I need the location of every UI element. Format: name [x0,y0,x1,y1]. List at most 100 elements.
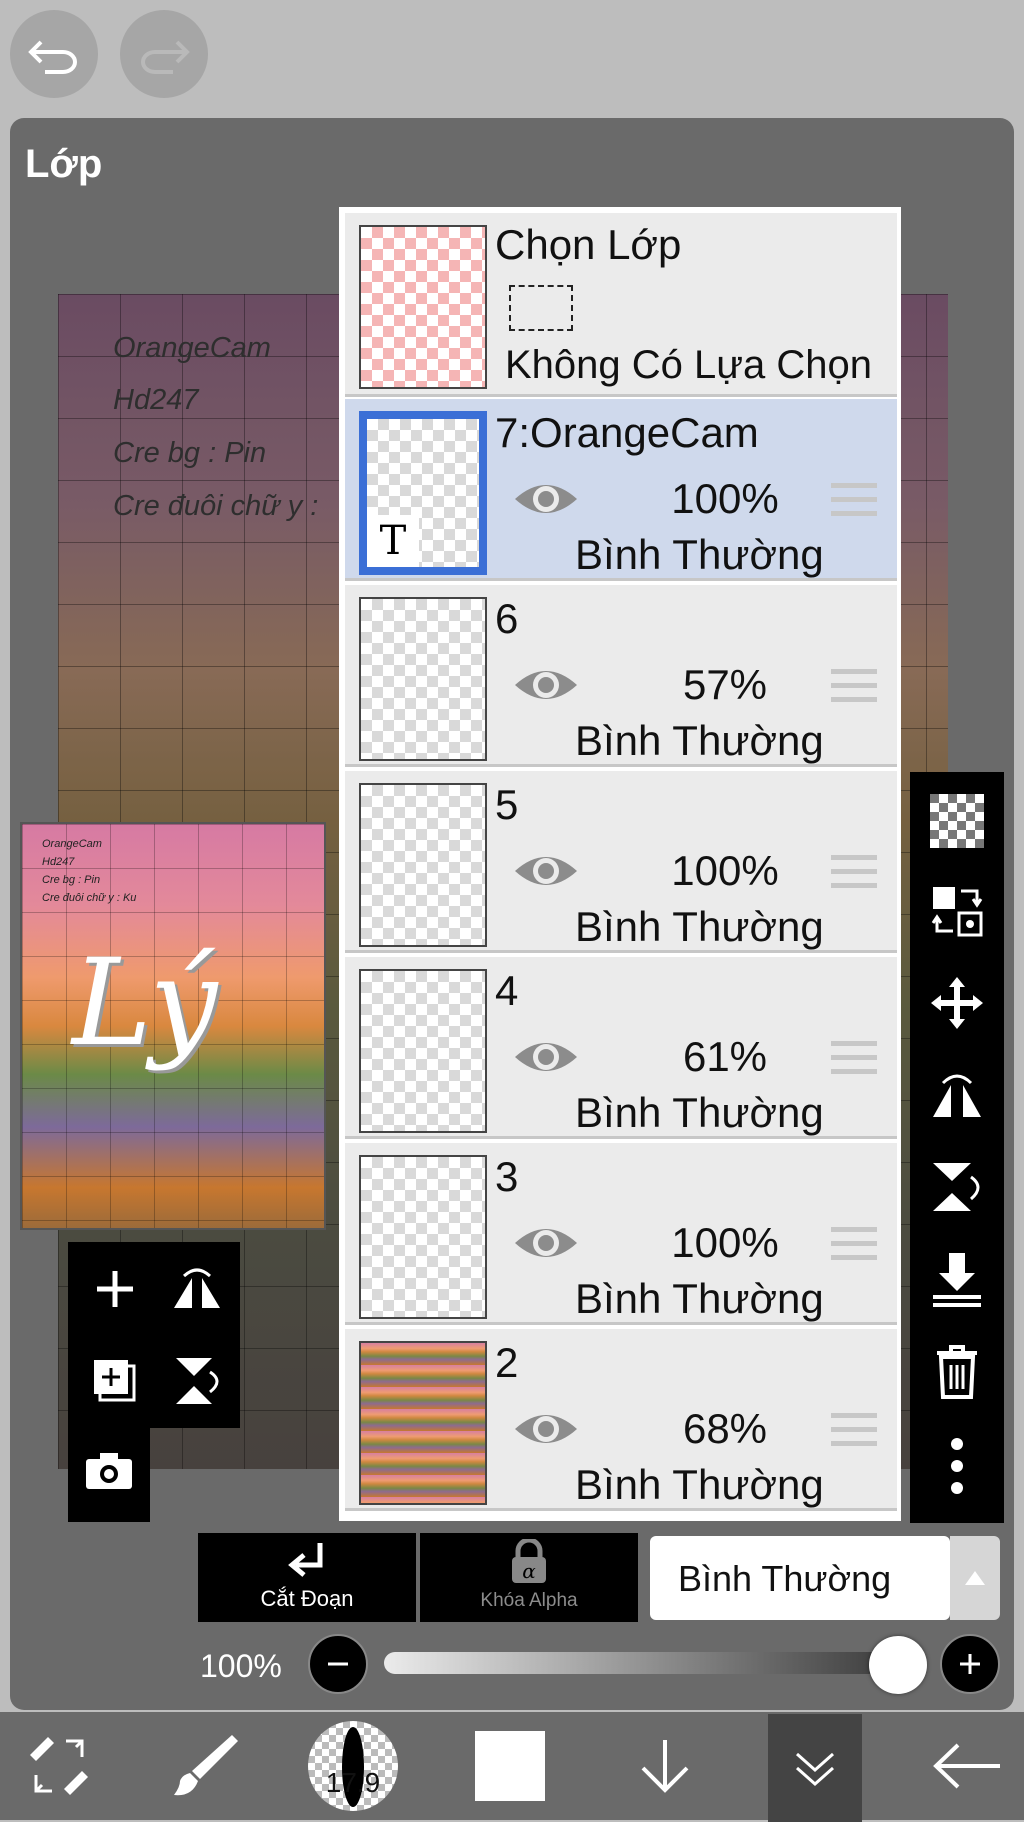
canvas-text-line: Hd247 [113,384,199,416]
opacity-slider-thumb[interactable] [868,1636,927,1694]
layer-thumbnail [359,969,487,1133]
preview-text-line: Cre bg : Pin [42,874,101,886]
transform-eraser-icon [30,1737,88,1795]
flip-horizontal-button[interactable] [162,1254,232,1324]
layer-opacity: 61% [682,1033,768,1080]
layer-blend-mode: Bình Thường [575,903,824,950]
visibility-eye-icon[interactable] [513,1221,579,1265]
layer-row-4[interactable]: 4 61% Bình Thường [345,957,897,1139]
preview-text-line: OrangeCam [42,838,102,850]
transform-tool-button[interactable] [14,1712,104,1820]
layer-row-7[interactable]: T 7:OrangeCam 100% Bình Thường [345,399,897,581]
flip-vertical-icon [933,1163,980,1211]
svg-text:α: α [522,1559,536,1583]
layer-list: Chọn Lớp Không Có Lựa Chọn T 7:OrangeCam… [339,207,901,1521]
brush-tool-button[interactable] [160,1712,250,1820]
brush-size-value: 17.9 [325,1767,381,1798]
opacity-slider-row: 100% [0,1634,1024,1700]
layer-blend-mode: Bình Thường [575,717,824,764]
more-vertical-icon [951,1438,963,1494]
selection-layer-row[interactable]: Chọn Lớp Không Có Lựa Chọn [345,213,897,397]
visibility-eye-icon[interactable] [513,477,579,521]
drag-handle-icon[interactable] [831,1227,877,1265]
trash-icon [937,1345,977,1399]
camera-button[interactable] [74,1436,144,1506]
drag-handle-icon[interactable] [831,855,877,893]
color-button[interactable] [466,1712,554,1820]
flip-horizontal-button[interactable] [922,1060,992,1130]
delete-layer-button[interactable] [922,1336,992,1406]
clipping-button[interactable]: Cắt Đoạn [198,1533,416,1622]
undo-button[interactable] [10,10,98,98]
blend-mode-select[interactable]: Bình Thường [650,1536,950,1620]
layer-name: 7:OrangeCam [495,409,759,456]
alpha-lock-button[interactable]: α Khóa Alpha [420,1533,638,1622]
brush-icon [174,1735,238,1796]
visibility-eye-icon[interactable] [513,663,579,707]
arrow-left-icon [933,1743,1000,1789]
panel-title: Lớp [25,142,103,186]
flip-vertical-button[interactable] [162,1346,232,1416]
drag-handle-icon[interactable] [831,669,877,707]
layer-thumbnail [359,783,487,947]
layer-blend-mode: Bình Thường [575,531,824,578]
color-swatch [475,1731,545,1801]
layer-thumbnail [359,1155,487,1319]
layer-row-6[interactable]: 6 57% Bình Thường [345,585,897,767]
opacity-increase-button[interactable] [940,1634,1000,1694]
visibility-eye-icon[interactable] [513,1407,579,1451]
layer-row-3[interactable]: 3 100% Bình Thường [345,1143,897,1325]
layer-name: 6 [495,595,519,642]
selection-status: Không Có Lựa Chọn [505,343,873,387]
chevron-double-down-icon [796,1752,834,1787]
drag-handle-icon[interactable] [831,483,877,521]
minus-icon [328,1662,348,1666]
clipping-arrow-icon [288,1543,323,1577]
layer-opacity: 57% [682,661,768,708]
more-options-button[interactable] [922,1426,992,1506]
back-button[interactable] [922,1712,1012,1820]
move-button[interactable] [922,968,992,1038]
preview-script-title: Lý [72,934,218,1073]
redo-icon [141,40,190,74]
layer-thumbnail [359,1341,487,1505]
layer-row-5[interactable]: 5 100% Bình Thường [345,771,897,953]
right-toolbar [910,772,1004,1523]
transparent-background-button[interactable] [922,786,992,856]
layer-opacity: 100% [671,475,779,522]
undo-icon [28,40,77,74]
brush-preview-icon: 17.9 [308,1721,398,1811]
opacity-slider-track[interactable] [384,1652,924,1674]
merge-down-button[interactable] [922,1244,992,1314]
drag-handle-icon[interactable] [831,1041,877,1079]
visibility-eye-icon[interactable] [513,849,579,893]
layer-row-2[interactable]: 2 68% Bình Thường [345,1329,897,1511]
brush-size-button[interactable]: 17.9 [306,1712,400,1820]
layer-thumbnail [359,597,487,761]
opacity-decrease-button[interactable] [308,1634,368,1694]
redo-button[interactable] [120,10,208,98]
top-bar [0,0,1024,118]
flip-vertical-button[interactable] [922,1152,992,1222]
drag-handle-icon[interactable] [831,1413,877,1451]
layer-name: 3 [495,1153,519,1200]
swap-layers-button[interactable] [922,876,992,946]
canvas-text-line: Cre bg : Pin [113,437,267,469]
text-layer-icon: T [367,515,419,567]
swap-icon [931,887,983,937]
blend-mode-dropdown-button[interactable] [950,1536,1000,1620]
checkerboard-icon [930,794,984,848]
duplicate-layer-button[interactable] [80,1346,150,1416]
layer-opacity: 68% [682,1405,768,1452]
clipping-label: Cắt Đoạn [260,1586,354,1611]
layer-opacity: 100% [671,1219,779,1266]
layer-down-button[interactable] [620,1712,710,1820]
preview-text-line: Cre đuôi chữ y : Ku [42,892,137,904]
visibility-eye-icon[interactable] [513,1035,579,1079]
layers-panel-toggle[interactable] [768,1714,862,1822]
flip-horizontal-icon [174,1268,220,1308]
add-layer-button[interactable] [80,1254,150,1324]
canvas-preview[interactable]: OrangeCam Hd247 Cre bg : Pin Cre đuôi ch… [20,822,326,1230]
layer-opacity: 100% [671,847,779,894]
layer-name: 5 [495,781,519,828]
